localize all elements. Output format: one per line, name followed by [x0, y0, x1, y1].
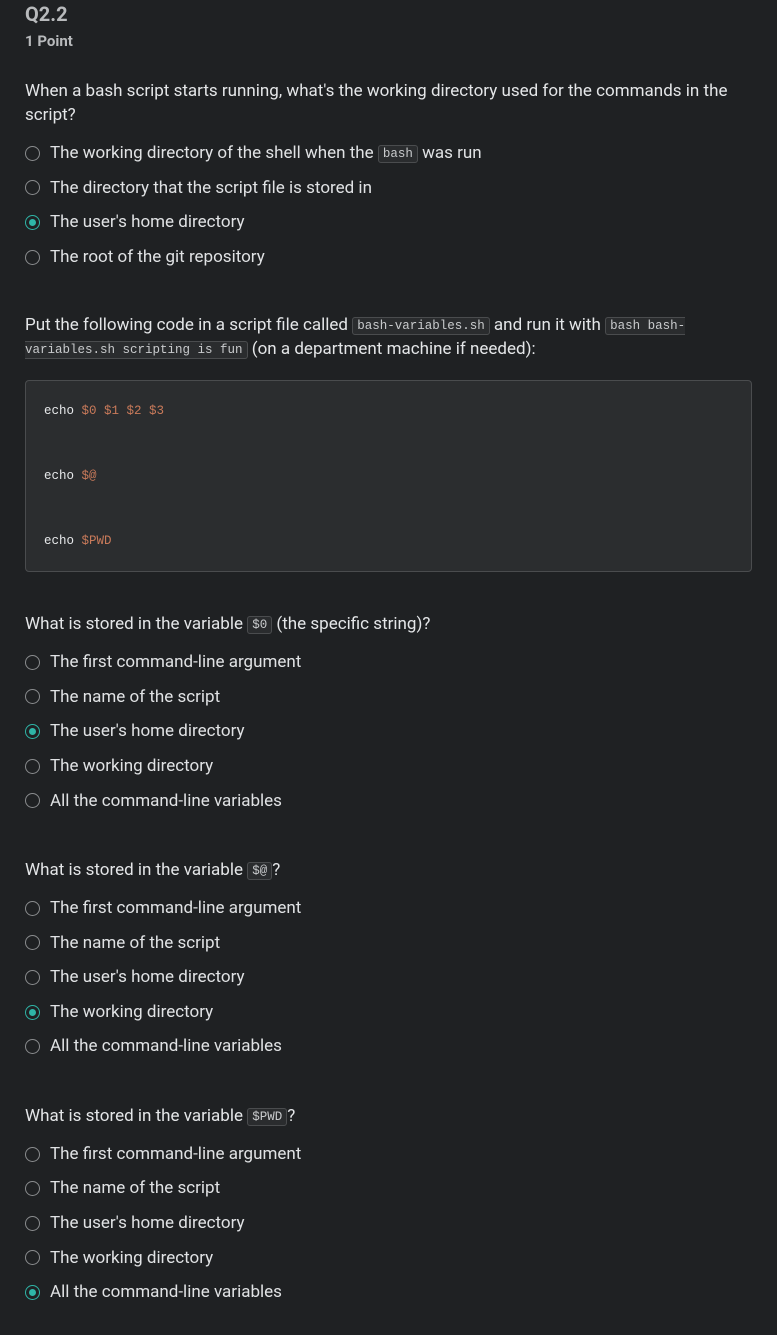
- radio-icon[interactable]: [25, 793, 40, 808]
- q3-prompt-code: $@: [247, 862, 272, 880]
- q3-prompt-post: ?: [272, 860, 280, 880]
- radio-icon[interactable]: [25, 901, 40, 916]
- radio-icon[interactable]: [25, 1005, 40, 1020]
- radio-icon[interactable]: [25, 1039, 40, 1054]
- q1-option-2[interactable]: The user's home directory: [25, 205, 752, 240]
- code-cmd-2: echo: [44, 469, 82, 483]
- q3-option-1[interactable]: The name of the script: [25, 926, 752, 961]
- q3-prompt-pre: What is stored in the variable: [25, 860, 247, 880]
- radio-icon[interactable]: [25, 180, 40, 195]
- instr-code-1: bash-variables.sh: [352, 317, 490, 335]
- code-var-3: $PWD: [82, 534, 112, 548]
- radio-icon[interactable]: [25, 724, 40, 739]
- q4-prompt-code: $PWD: [247, 1108, 287, 1126]
- radio-icon[interactable]: [25, 1181, 40, 1196]
- radio-icon[interactable]: [25, 250, 40, 265]
- option-label: The user's home directory: [50, 1211, 245, 1236]
- code-cmd-1: echo: [44, 404, 82, 418]
- q1-options: The working directory of the shell when …: [25, 136, 752, 275]
- option-label: The working directory: [50, 1000, 213, 1025]
- q4-option-3[interactable]: The working directory: [25, 1241, 752, 1276]
- question-points: 1 Point: [25, 31, 752, 53]
- radio-icon[interactable]: [25, 146, 40, 161]
- q4-options: The first command-line argument The name …: [25, 1137, 752, 1310]
- option-label: The name of the script: [50, 1176, 220, 1201]
- q3-option-2[interactable]: The user's home directory: [25, 960, 752, 995]
- q2-option-1[interactable]: The name of the script: [25, 680, 752, 715]
- q3-option-4[interactable]: All the command-line variables: [25, 1029, 752, 1064]
- question-number: Q2.2: [25, 0, 752, 29]
- radio-icon[interactable]: [25, 935, 40, 950]
- q2-options: The first command-line argument The name …: [25, 645, 752, 818]
- q4-option-1[interactable]: The name of the script: [25, 1171, 752, 1206]
- option-label: The first command-line argument: [50, 896, 301, 921]
- q3-options: The first command-line argument The name …: [25, 891, 752, 1064]
- q3-option-0[interactable]: The first command-line argument: [25, 891, 752, 926]
- q2-prompt-post: (the specific string)?: [272, 614, 430, 634]
- q2-option-3[interactable]: The working directory: [25, 749, 752, 784]
- instr-text-1: Put the following code in a script file …: [25, 315, 352, 335]
- option-label: The working directory of the shell when …: [50, 141, 482, 166]
- q2-prompt: What is stored in the variable $0 (the s…: [25, 612, 752, 637]
- q4-option-0[interactable]: The first command-line argument: [25, 1137, 752, 1172]
- option-label: The user's home directory: [50, 965, 245, 990]
- instructions: Put the following code in a script file …: [25, 313, 752, 362]
- radio-icon[interactable]: [25, 655, 40, 670]
- option-label: The root of the git repository: [50, 245, 265, 270]
- option-label-pre: The working directory of the shell when …: [50, 143, 378, 163]
- radio-icon[interactable]: [25, 1285, 40, 1300]
- q4-prompt-pre: What is stored in the variable: [25, 1106, 247, 1126]
- option-label: The name of the script: [50, 685, 220, 710]
- option-label: The name of the script: [50, 931, 220, 956]
- code-var-1: $0 $1 $2 $3: [82, 404, 165, 418]
- q1-prompt-text: When a bash script starts running, what'…: [25, 81, 727, 126]
- q4-option-2[interactable]: The user's home directory: [25, 1206, 752, 1241]
- radio-icon[interactable]: [25, 689, 40, 704]
- q1-option-1[interactable]: The directory that the script file is st…: [25, 171, 752, 206]
- option-label: The working directory: [50, 754, 213, 779]
- q1-option-0[interactable]: The working directory of the shell when …: [25, 136, 752, 171]
- instr-text-3: (on a department machine if needed):: [248, 339, 536, 359]
- q1-option-3[interactable]: The root of the git repository: [25, 240, 752, 275]
- q4-prompt-post: ?: [287, 1106, 295, 1126]
- q2-option-0[interactable]: The first command-line argument: [25, 645, 752, 680]
- q4-option-4[interactable]: All the command-line variables: [25, 1275, 752, 1310]
- option-label: All the command-line variables: [50, 1280, 282, 1305]
- radio-icon[interactable]: [25, 1147, 40, 1162]
- option-label: The user's home directory: [50, 719, 245, 744]
- q2-option-4[interactable]: All the command-line variables: [25, 784, 752, 819]
- q2-prompt-pre: What is stored in the variable: [25, 614, 247, 634]
- option-label: All the command-line variables: [50, 1034, 282, 1059]
- q3-option-3[interactable]: The working directory: [25, 995, 752, 1030]
- instr-text-2: and run it with: [490, 315, 605, 335]
- question-header: Q2.2 1 Point: [25, 0, 752, 53]
- option-label: The working directory: [50, 1246, 213, 1271]
- radio-icon[interactable]: [25, 970, 40, 985]
- option-label: The directory that the script file is st…: [50, 176, 372, 201]
- radio-icon[interactable]: [25, 1250, 40, 1265]
- option-label: The first command-line argument: [50, 650, 301, 675]
- option-label: The user's home directory: [50, 210, 245, 235]
- q1-prompt: When a bash script starts running, what'…: [25, 79, 752, 128]
- q3-prompt: What is stored in the variable $@?: [25, 858, 752, 883]
- code-block: echo $0 $1 $2 $3 echo $@ echo $PWD: [25, 380, 752, 573]
- q2-option-2[interactable]: The user's home directory: [25, 714, 752, 749]
- radio-icon[interactable]: [25, 215, 40, 230]
- q2-prompt-code: $0: [247, 616, 272, 634]
- option-label: All the command-line variables: [50, 789, 282, 814]
- code-var-2: $@: [82, 469, 97, 483]
- option-label: The first command-line argument: [50, 1142, 301, 1167]
- radio-icon[interactable]: [25, 759, 40, 774]
- radio-icon[interactable]: [25, 1216, 40, 1231]
- option-label-post: was run: [418, 143, 482, 163]
- option-label-code: bash: [378, 145, 418, 163]
- q4-prompt: What is stored in the variable $PWD?: [25, 1104, 752, 1129]
- code-cmd-3: echo: [44, 534, 82, 548]
